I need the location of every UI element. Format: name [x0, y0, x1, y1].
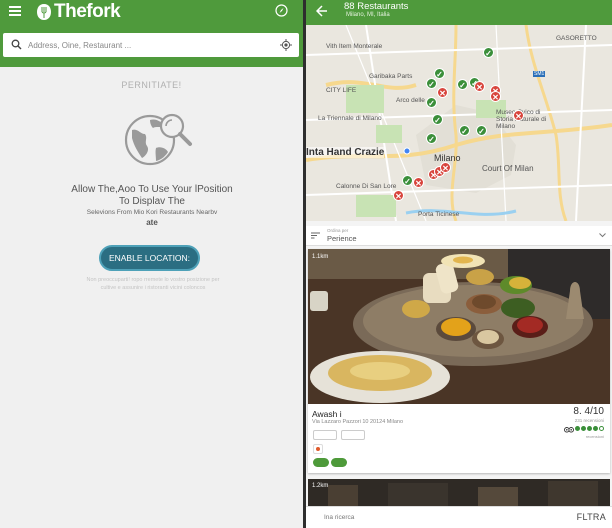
- map-pin-available[interactable]: ✓: [432, 114, 443, 125]
- permission-line-1: Allow The,Aoo To Use Your lPosition To D…: [71, 184, 233, 207]
- distance-badge: 1.1km: [312, 254, 329, 260]
- map-label: CITY LIFE: [326, 87, 357, 94]
- rating-dot: [587, 426, 592, 431]
- enable-location-button[interactable]: ENABLE LOCATION:: [99, 245, 200, 271]
- map-pin-available[interactable]: ✓: [459, 125, 470, 136]
- search-bar[interactable]: [3, 33, 299, 57]
- compass-icon[interactable]: [275, 4, 288, 17]
- map-label: Garibaka Parts: [369, 73, 413, 80]
- map-pin-full[interactable]: ✕: [474, 81, 485, 92]
- restaurant-map[interactable]: Vith Item Monterale Garibaka Parts CITY …: [306, 25, 612, 221]
- restaurant-card[interactable]: 1.1km Awash i Via Lazzaro Pazzori 10 201…: [308, 249, 610, 473]
- map-pin-full[interactable]: ✕: [393, 190, 404, 201]
- map-pin-available[interactable]: ✓: [402, 175, 413, 186]
- permission-line-2: Selevions From Mio Kori Restaurants Near…: [86, 209, 218, 216]
- map-base: [306, 25, 612, 221]
- filter-button[interactable]: FLTRA: [577, 512, 606, 522]
- map-pin-available[interactable]: ✓: [426, 78, 437, 89]
- permission-line-3: ate: [146, 218, 158, 227]
- sort-dropdown[interactable]: Ordina per Perience: [306, 226, 612, 246]
- map-pin-available[interactable]: ✓: [483, 47, 494, 58]
- search-icon: [11, 39, 22, 50]
- map-label: Porta Ticinese: [418, 211, 460, 218]
- tag-chip: [313, 430, 337, 440]
- map-pin-available[interactable]: ✓: [426, 97, 437, 108]
- map-label: La Triennale di Milano: [318, 115, 382, 122]
- app-header: Thefork: [0, 0, 303, 67]
- bottom-bar: Ina ricerca FLTRA: [306, 506, 612, 528]
- map-pin-available[interactable]: ✓: [457, 79, 468, 90]
- map-label: Arco delle: [396, 97, 425, 104]
- hamburger-menu-icon[interactable]: [9, 6, 21, 16]
- restaurant-rating: 8. 4/10: [573, 406, 604, 417]
- restaurant-photo: 1.1km: [308, 249, 610, 404]
- review-count: 231 recensioni: [574, 418, 604, 423]
- sort-icon: [311, 232, 320, 239]
- promo-icon: [313, 444, 323, 454]
- metro-badge: SM1: [533, 71, 546, 77]
- map-pin-full[interactable]: ✕: [490, 91, 501, 102]
- logo-text: Thefork: [54, 1, 121, 22]
- fork-logo-icon: [37, 4, 51, 20]
- rating-dot: [575, 426, 580, 431]
- permission-title: PERNITIATE!: [121, 80, 182, 90]
- restaurant-name: Awash i: [312, 409, 342, 419]
- map-label: Court Of Milan: [482, 164, 534, 173]
- globe-search-icon: [124, 113, 192, 166]
- restaurant-address: Via Lazzaro Pazzori 10 20124 Milano: [312, 419, 404, 425]
- tag-chip: [341, 430, 365, 440]
- back-arrow-icon[interactable]: [316, 5, 328, 17]
- app-screenshot: Thefork Address, Oine, Restaurant ... PE…: [0, 0, 612, 528]
- tripadvisor-icon: [564, 427, 574, 433]
- map-pin-full[interactable]: ✕: [413, 177, 424, 188]
- rating-dot: [593, 426, 598, 431]
- results-location: Milano, MI, Italia: [346, 12, 390, 18]
- map-label: GASORETTO: [556, 35, 597, 42]
- search-refine-link[interactable]: Ina ricerca: [324, 514, 354, 521]
- map-label: Vith Item Monterale: [326, 43, 383, 50]
- rating-dot: [581, 426, 586, 431]
- map-pin-full[interactable]: ✕: [437, 87, 448, 98]
- distance-badge: 1.2km: [312, 483, 329, 489]
- map-pin-full[interactable]: ✕: [440, 162, 451, 173]
- app-logo: Thefork: [36, 1, 121, 23]
- map-pin-available[interactable]: ✓: [476, 125, 487, 136]
- permission-message: Allow The,Aoo To Use Your lPosition To D…: [66, 184, 238, 229]
- permission-note: Non preoccuparti! ropo rremete lo vostro…: [86, 277, 220, 291]
- map-label: Calonne Di San Lore: [336, 183, 397, 190]
- search-input[interactable]: [28, 36, 268, 54]
- map-label: Museo Cvico di Storia Naturale di Milano: [496, 109, 547, 130]
- map-pin-full[interactable]: ✕: [513, 110, 524, 121]
- location-permission-screen: Thefork Address, Oine, Restaurant ... PE…: [0, 0, 303, 528]
- restaurant-results-screen: 88 Restaurants Milano, MI, Italia Vith I…: [306, 0, 612, 528]
- rating-dot: [599, 426, 604, 431]
- food-image: [308, 249, 610, 404]
- time-slot-button[interactable]: [331, 458, 347, 467]
- map-label: Inta Hand Crazie: [306, 147, 385, 158]
- results-header: 88 Restaurants Milano, MI, Italia: [306, 0, 612, 25]
- results-count: 88 Restaurants: [344, 1, 409, 12]
- map-pin-available[interactable]: ✓: [434, 68, 445, 79]
- time-slot-button[interactable]: [313, 458, 329, 467]
- map-pin-available[interactable]: ✓: [426, 133, 437, 144]
- tripadvisor-caption: recensioni: [585, 434, 604, 439]
- chevron-down-icon: [599, 233, 606, 238]
- sort-value: Perience: [327, 234, 357, 243]
- my-location-icon[interactable]: [280, 39, 292, 51]
- tripadvisor-rating: [575, 426, 604, 431]
- sort-caption: Ordina per: [327, 228, 349, 233]
